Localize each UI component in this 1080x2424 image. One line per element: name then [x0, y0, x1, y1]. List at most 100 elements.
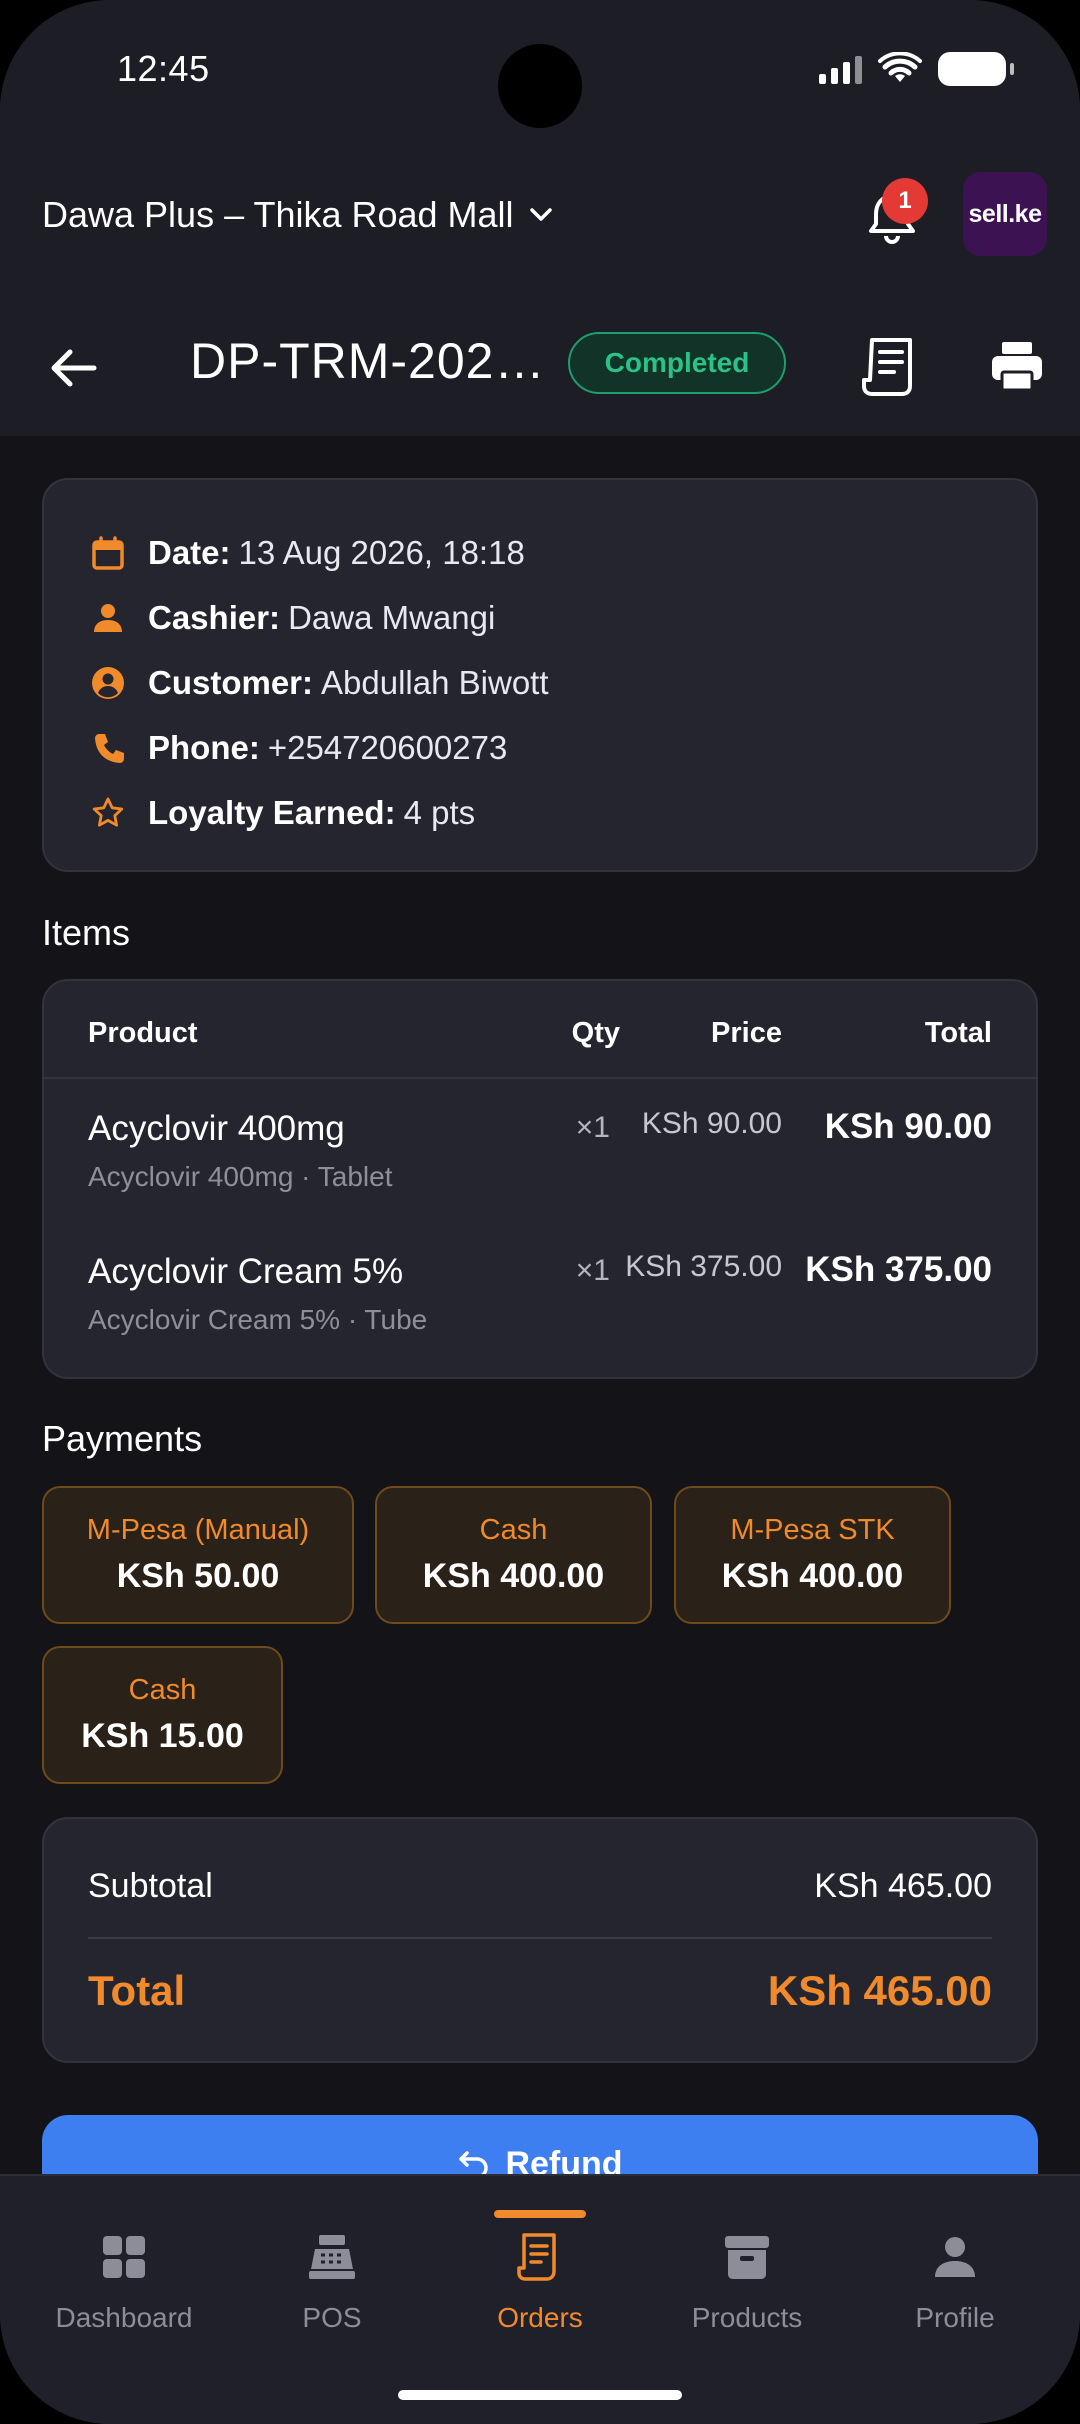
- item-total: KSh 375.00: [805, 1250, 992, 1289]
- dashboard-icon: [97, 2230, 151, 2284]
- payment-amount: KSh 15.00: [81, 1717, 244, 1755]
- status-bar: 12:45: [0, 0, 1080, 140]
- item-qty: ×1: [575, 1111, 610, 1144]
- payment-chip: M-Pesa (Manual) KSh 50.00: [42, 1486, 354, 1624]
- status-time: 12:45: [117, 48, 210, 89]
- payment-method: Cash: [128, 1674, 197, 1706]
- item-total: KSh 90.00: [824, 1107, 992, 1146]
- person-icon: [88, 598, 128, 638]
- cashier-row: Cashier: Dawa Mwangi: [88, 585, 1036, 650]
- printer-icon[interactable]: [988, 338, 1046, 396]
- loyalty-label: Loyalty Earned:: [148, 793, 396, 831]
- item-name: Acyclovir 400mg: [88, 1109, 345, 1148]
- notification-badge: 1: [882, 178, 928, 224]
- items-section-title: Items: [42, 912, 131, 953]
- total-value: KSh 465.00: [767, 1967, 992, 2014]
- subtotal-row: Subtotal KSh 465.00: [88, 1867, 992, 1906]
- phone-screen: 12:45 Dawa Plus – Thika Road Mall 1 sell…: [0, 0, 1080, 2424]
- nav-products[interactable]: Products: [647, 2230, 847, 2334]
- customer-label: Customer:: [148, 663, 314, 701]
- nav-profile[interactable]: Profile: [855, 2230, 1055, 2334]
- phone-label: Phone:: [148, 728, 260, 766]
- cashier-value: Dawa Mwangi: [288, 598, 496, 636]
- payment-amount: KSh 400.00: [422, 1557, 605, 1595]
- item-description: Acyclovir Cream 5% · Tube: [88, 1304, 428, 1335]
- receipt-icon: [513, 2230, 567, 2284]
- column-total: Total: [924, 1017, 992, 1049]
- signal-icon: [819, 54, 862, 84]
- status-badge: Completed: [568, 332, 786, 394]
- nav-label: Profile: [915, 2302, 995, 2333]
- receipt-icon[interactable]: [862, 334, 920, 398]
- items-table-header: Product Qty Price Total: [44, 981, 1036, 1079]
- home-indicator[interactable]: [398, 2390, 682, 2400]
- table-row[interactable]: Acyclovir Cream 5% Acyclovir Cream 5% · …: [44, 1222, 1036, 1365]
- item-description: Acyclovir 400mg · Tablet: [88, 1161, 393, 1192]
- item-qty: ×1: [575, 1254, 610, 1287]
- camera-cutout: [498, 44, 582, 128]
- total-label: Total: [88, 1967, 186, 2014]
- loyalty-row: Loyalty Earned: 4 pts: [88, 780, 1036, 845]
- active-tab-indicator: [494, 2210, 586, 2218]
- total-row: Total KSh 465.00: [88, 1967, 992, 2015]
- nav-label: Orders: [497, 2302, 583, 2333]
- order-info-card: Date: 13 Aug 2026, 18:18 Cashier: Dawa M…: [42, 478, 1038, 872]
- subtotal-label: Subtotal: [88, 1867, 213, 1905]
- status-icons: [819, 52, 1014, 86]
- store-name: Dawa Plus – Thika Road Mall: [42, 194, 514, 235]
- account-circle-icon: [88, 663, 128, 703]
- star-outline-icon: [88, 793, 128, 833]
- back-arrow-icon[interactable]: [44, 338, 104, 398]
- payment-chip: M-Pesa STK KSh 400.00: [674, 1486, 951, 1624]
- payment-amount: KSh 50.00: [116, 1557, 280, 1595]
- nav-label: Products: [691, 2302, 803, 2333]
- store-selector[interactable]: Dawa Plus – Thika Road Mall: [42, 194, 554, 236]
- phone-row: Phone: +254720600273: [88, 715, 1036, 780]
- totals-card: Subtotal KSh 465.00 Total KSh 465.00: [42, 1817, 1038, 2063]
- order-toolbar: DP-TRM-202… Completed: [0, 310, 1080, 420]
- item-name: Acyclovir Cream 5%: [88, 1252, 404, 1291]
- nav-label: Dashboard: [55, 2302, 193, 2333]
- nav-pos[interactable]: POS: [232, 2230, 432, 2334]
- payment-method: M-Pesa STK: [730, 1514, 895, 1546]
- app-logo[interactable]: sell.ke: [963, 172, 1047, 256]
- divider: [88, 1937, 992, 1939]
- cashier-label: Cashier:: [148, 598, 281, 636]
- cash-register-icon: [305, 2230, 359, 2284]
- nav-dashboard[interactable]: Dashboard: [24, 2230, 224, 2334]
- wifi-icon: [878, 52, 922, 82]
- payment-method: Cash: [479, 1514, 548, 1546]
- item-price: KSh 375.00: [625, 1250, 782, 1283]
- order-id: DP-TRM-202…: [190, 333, 546, 389]
- date-label: Date:: [148, 533, 231, 571]
- column-qty: Qty: [571, 1017, 620, 1049]
- phone-value: +254720600273: [267, 728, 508, 766]
- battery-icon: [938, 52, 1014, 86]
- archive-box-icon: [720, 2230, 774, 2284]
- column-product: Product: [88, 1017, 198, 1049]
- loyalty-value: 4 pts: [403, 793, 476, 831]
- nav-orders[interactable]: Orders: [440, 2230, 640, 2334]
- phone-icon: [88, 728, 128, 768]
- table-row[interactable]: Acyclovir 400mg Acyclovir 400mg · Tablet…: [44, 1079, 1036, 1222]
- items-table: Product Qty Price Total Acyclovir 400mg …: [42, 979, 1038, 1379]
- customer-value: Abdullah Biwott: [321, 663, 549, 701]
- column-price: Price: [711, 1017, 782, 1049]
- nav-label: POS: [302, 2302, 362, 2333]
- bottom-nav: Dashboard POS Orders Products Profile: [0, 2174, 1080, 2424]
- date-value: 13 Aug 2026, 18:18: [238, 533, 525, 571]
- payment-method: M-Pesa (Manual): [86, 1514, 310, 1546]
- subtotal-value: KSh 465.00: [814, 1867, 992, 1905]
- payment-chip: Cash KSh 400.00: [375, 1486, 652, 1624]
- chevron-down-icon: [529, 208, 552, 221]
- customer-row: Customer: Abdullah Biwott: [88, 650, 1036, 715]
- app-header: 12:45 Dawa Plus – Thika Road Mall 1 sell…: [0, 0, 1080, 436]
- calendar-icon: [88, 533, 128, 573]
- item-price: KSh 90.00: [641, 1107, 782, 1140]
- person-icon: [928, 2230, 982, 2284]
- payment-chip: Cash KSh 15.00: [42, 1646, 283, 1784]
- payment-amount: KSh 400.00: [721, 1557, 904, 1595]
- payments-section-title: Payments: [42, 1418, 203, 1459]
- date-row: Date: 13 Aug 2026, 18:18: [88, 520, 1036, 585]
- logo-text: sell.ke: [968, 199, 1042, 228]
